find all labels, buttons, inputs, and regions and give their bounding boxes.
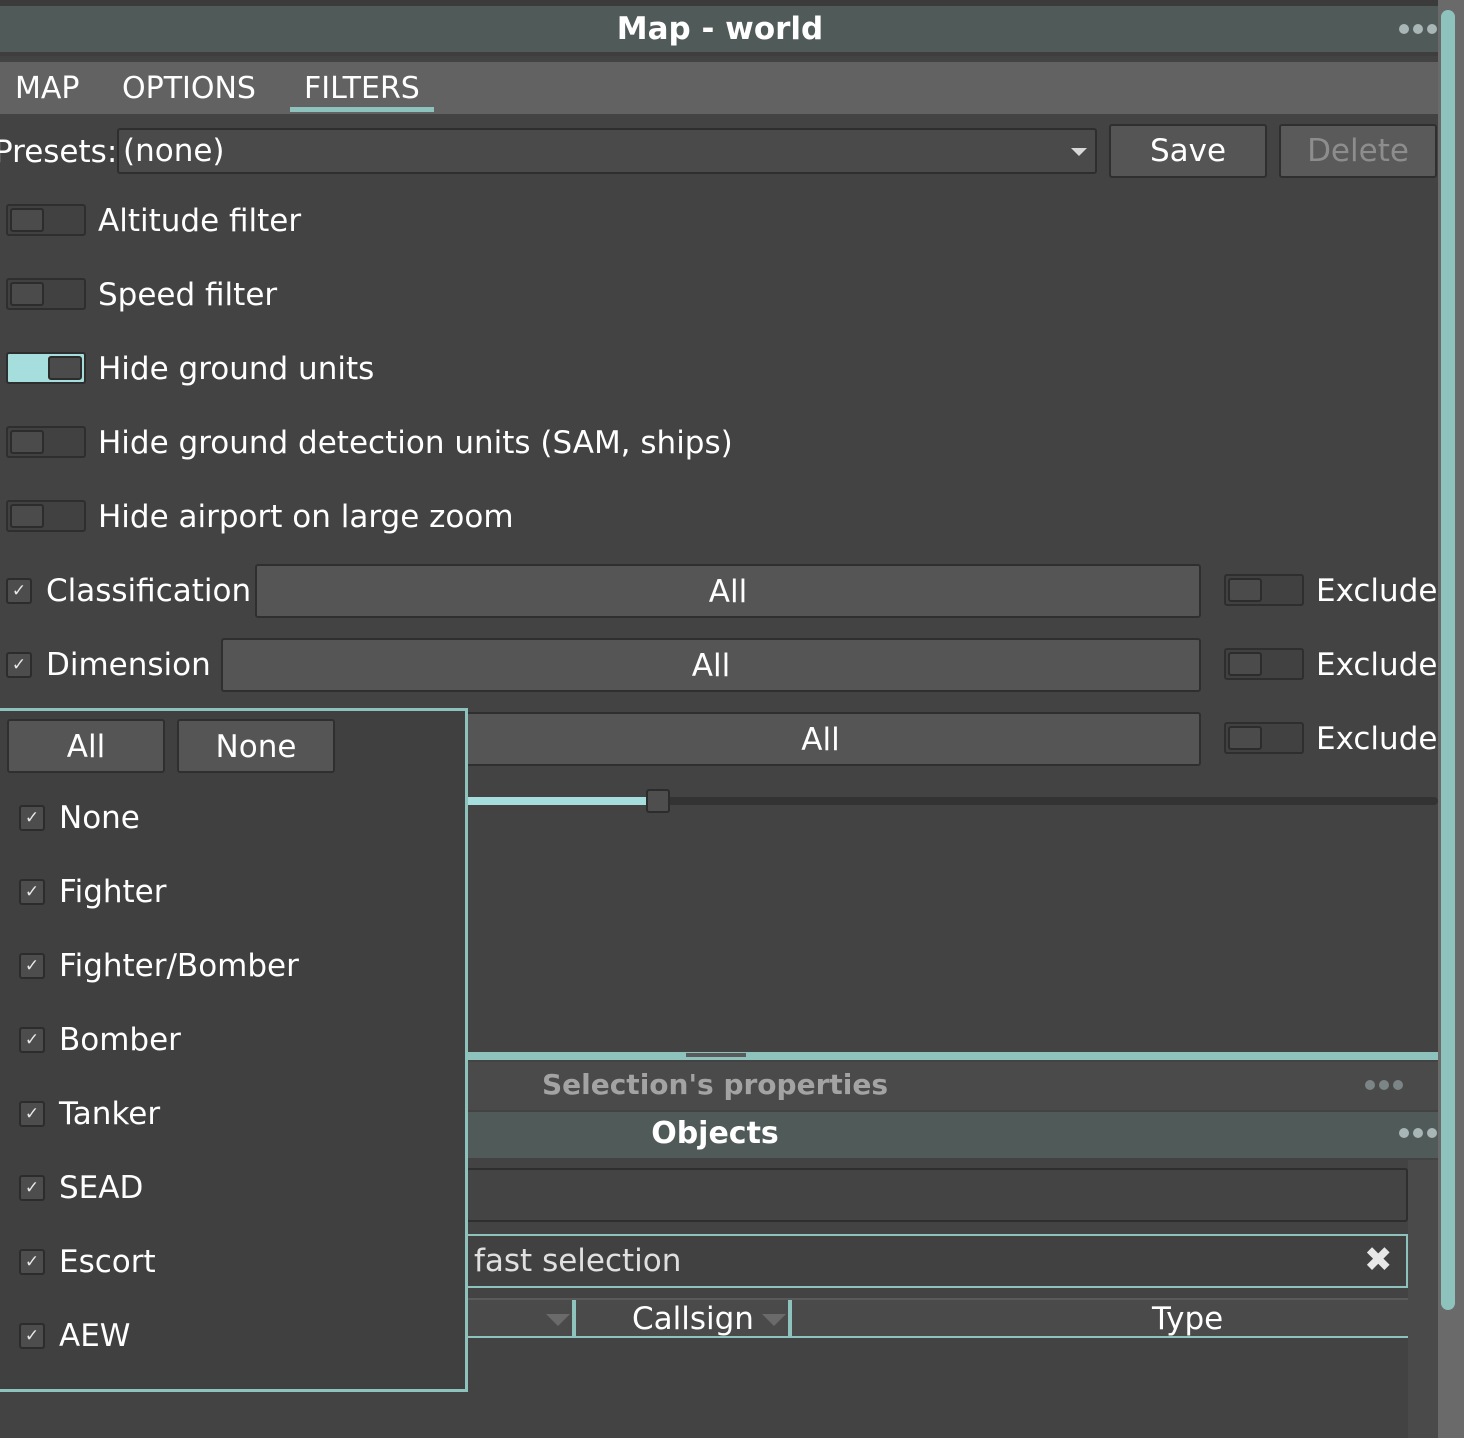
altitude-filter-label: Altitude filter	[98, 203, 302, 239]
list-item[interactable]: Escort	[59, 1242, 156, 1282]
classification-exclude-label: Exclude	[1316, 573, 1438, 609]
column-separator[interactable]	[572, 1300, 576, 1338]
window-title: Map - world	[616, 11, 824, 47]
objects-title: Objects	[651, 1116, 779, 1151]
hide-ground-detection-label: Hide ground detection units (SAM, ships)	[98, 425, 733, 461]
classification-exclude-toggle[interactable]	[1224, 574, 1304, 606]
list-item[interactable]: Bomber	[59, 1020, 181, 1060]
objects-table-header	[466, 1298, 1408, 1338]
classification-label: Classification	[46, 573, 252, 609]
item-checkbox[interactable]: ✓	[19, 1249, 45, 1275]
column-separator[interactable]	[788, 1300, 792, 1338]
objects-scrollbar[interactable]	[1408, 1160, 1438, 1438]
splitter-grip[interactable]	[686, 1053, 746, 1057]
dimension-exclude-label: Exclude	[1316, 647, 1438, 683]
classification-dropdown-popup: All None ✓ None ✓ Fighter ✓ Fighter/Bomb…	[0, 708, 468, 1392]
save-button[interactable]: Save	[1109, 124, 1267, 178]
list-item[interactable]: Fighter	[59, 872, 167, 912]
third-filter-exclude-label: Exclude	[1316, 721, 1438, 757]
sort-chevron-icon[interactable]	[546, 1314, 570, 1326]
select-all-button[interactable]: All	[7, 719, 165, 773]
item-checkbox[interactable]: ✓	[19, 1323, 45, 1349]
more-dots-icon[interactable]	[1399, 24, 1437, 34]
selection-properties-title: Selection's properties	[541, 1068, 889, 1101]
objects-more-dots-icon[interactable]	[1399, 1128, 1437, 1138]
item-checkbox[interactable]: ✓	[19, 1101, 45, 1127]
third-filter-exclude-toggle[interactable]	[1224, 722, 1304, 754]
dimension-select-button[interactable]: All	[221, 638, 1201, 692]
item-checkbox[interactable]: ✓	[19, 1175, 45, 1201]
altitude-filter-toggle[interactable]	[6, 204, 86, 236]
column-header-callsign[interactable]: Callsign	[632, 1299, 754, 1339]
fast-selection-text: fast selection	[474, 1243, 682, 1279]
list-item[interactable]: SEAD	[59, 1168, 143, 1208]
dimension-exclude-toggle[interactable]	[1224, 648, 1304, 680]
presets-select[interactable]: (none)	[117, 128, 1097, 174]
presets-label: Presets:	[0, 134, 118, 170]
panel-splitter[interactable]	[466, 1052, 1440, 1060]
item-checkbox[interactable]: ✓	[19, 879, 45, 905]
hide-ground-detection-toggle[interactable]	[6, 426, 86, 458]
fast-selection-input[interactable]: fast selection ✖	[466, 1234, 1408, 1288]
tab-options[interactable]: OPTIONS	[122, 62, 256, 114]
hide-airport-toggle[interactable]	[6, 500, 86, 532]
hide-airport-label: Hide airport on large zoom	[98, 499, 514, 535]
objects-toolbar-field[interactable]	[466, 1168, 1408, 1222]
speed-filter-toggle[interactable]	[6, 278, 86, 310]
dimension-checkbox[interactable]: ✓	[6, 652, 32, 678]
third-filter-select-button[interactable]: All	[440, 712, 1201, 766]
slider-fill	[440, 797, 656, 805]
slider-handle[interactable]	[646, 789, 670, 813]
callsign-sort-chevron-icon[interactable]	[762, 1314, 786, 1326]
dimension-label: Dimension	[46, 647, 211, 683]
delete-button[interactable]: Delete	[1279, 124, 1437, 178]
item-checkbox[interactable]: ✓	[19, 953, 45, 979]
list-item[interactable]: Tanker	[59, 1094, 160, 1134]
select-none-button[interactable]: None	[177, 719, 335, 773]
tab-map[interactable]: MAP	[15, 62, 80, 114]
hide-ground-units-toggle[interactable]	[6, 352, 86, 384]
hide-ground-units-label: Hide ground units	[98, 351, 375, 387]
item-checkbox[interactable]: ✓	[19, 805, 45, 831]
chevron-down-icon	[1071, 148, 1087, 156]
speed-filter-label: Speed filter	[98, 277, 278, 313]
classification-select-button[interactable]: All	[255, 564, 1201, 618]
window-scrollbar-thumb[interactable]	[1441, 10, 1455, 1310]
list-item[interactable]: None	[59, 798, 140, 838]
list-item[interactable]: AEW	[59, 1316, 130, 1356]
selection-more-dots-icon[interactable]	[1365, 1080, 1403, 1090]
clear-icon[interactable]: ✖	[1364, 1240, 1393, 1280]
presets-select-value: (none)	[123, 133, 225, 169]
item-checkbox[interactable]: ✓	[19, 1027, 45, 1053]
active-tab-indicator	[290, 107, 434, 112]
list-item[interactable]: Fighter/Bomber	[59, 946, 299, 986]
classification-checkbox[interactable]: ✓	[6, 578, 32, 604]
column-header-type[interactable]: Type	[1152, 1299, 1223, 1339]
